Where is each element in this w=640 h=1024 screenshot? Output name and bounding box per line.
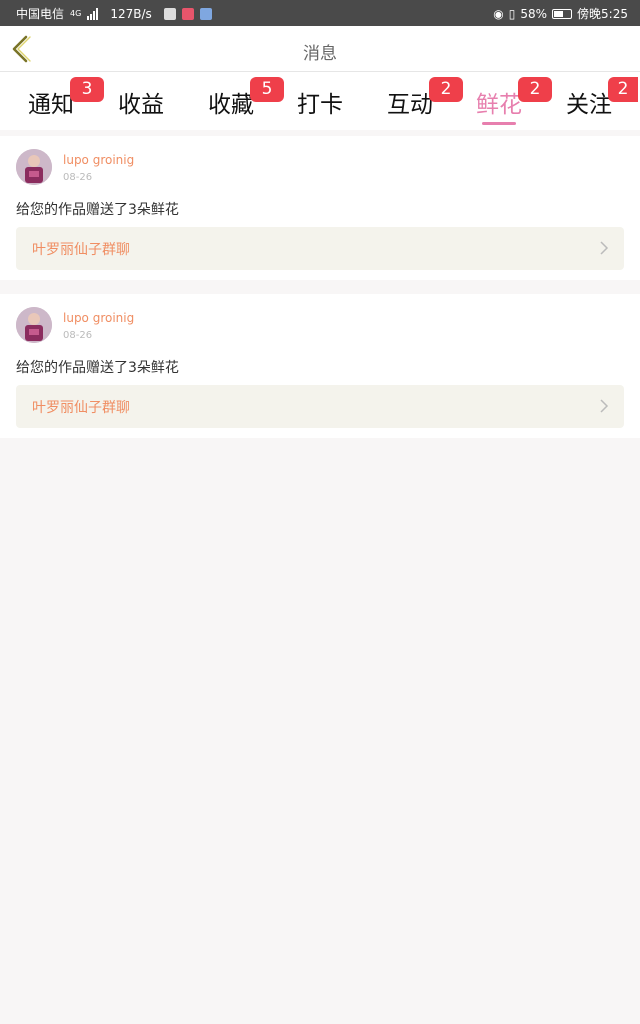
- tab-bar: 通知 3 收益 收藏 5 打卡 互动 2 鲜花 2 关注 2: [0, 72, 640, 130]
- message-text: 给您的作品赠送了3朵鲜花: [16, 360, 179, 376]
- network-type: 4G: [70, 9, 82, 18]
- tab-label: 关注: [566, 92, 612, 118]
- message-date: 08-26: [63, 330, 93, 341]
- status-bar: 中国电信 4G 127B/s ◉ ▯ 58% 傍晚5:25: [0, 0, 640, 26]
- tab-flowers[interactable]: 鲜花 2: [459, 77, 552, 119]
- tab-follows[interactable]: 关注 2: [549, 77, 638, 119]
- message-card: lupo groinig 08-26 给您的作品赠送了3朵鲜花 叶罗丽仙子群聊: [0, 136, 640, 280]
- unread-badge: 2: [518, 77, 552, 102]
- user-name[interactable]: lupo groinig: [63, 311, 134, 325]
- user-name[interactable]: lupo groinig: [63, 153, 134, 167]
- page-title: 消息: [303, 44, 337, 64]
- unread-badge: 2: [429, 77, 463, 102]
- group-chat-link[interactable]: 叶罗丽仙子群聊: [16, 385, 624, 428]
- clock: 傍晚5:25: [577, 7, 628, 21]
- unread-badge: 2: [608, 77, 638, 102]
- sms-icon: [163, 7, 176, 20]
- tab-label: 收藏: [208, 92, 254, 118]
- avatar[interactable]: [16, 307, 52, 343]
- message-card: lupo groinig 08-26 给您的作品赠送了3朵鲜花 叶罗丽仙子群聊: [0, 294, 640, 438]
- vibrate-icon: ▯: [508, 6, 516, 21]
- tab-label: 通知: [28, 92, 74, 118]
- header: 消息: [0, 26, 640, 72]
- unread-badge: 5: [250, 77, 284, 102]
- avatar-image: [16, 149, 52, 185]
- tab-label: 收益: [118, 92, 164, 118]
- carrier-label: 中国电信: [16, 7, 65, 21]
- network-speed: 127B/s: [110, 6, 152, 21]
- tab-interactions[interactable]: 互动 2: [370, 77, 463, 119]
- signal-icon: [87, 7, 99, 20]
- avatar[interactable]: [16, 149, 52, 185]
- battery-icon: [552, 8, 573, 19]
- app-notification-icon: [199, 7, 212, 20]
- eye-icon: ◉: [493, 6, 504, 21]
- message-text: 给您的作品赠送了3朵鲜花: [16, 202, 179, 218]
- tab-label: 互动: [387, 92, 433, 118]
- tab-label: 打卡: [297, 92, 343, 118]
- battery-percent: 58%: [520, 6, 548, 21]
- message-date: 08-26: [63, 172, 93, 183]
- tab-earnings[interactable]: 收益: [101, 85, 181, 119]
- group-chat-link[interactable]: 叶罗丽仙子群聊: [16, 227, 624, 270]
- avatar-image: [16, 307, 52, 343]
- unread-badge: 3: [70, 77, 104, 102]
- calendar-icon: [181, 7, 194, 20]
- tab-label: 鲜花: [476, 92, 522, 118]
- tab-checkin[interactable]: 打卡: [280, 85, 360, 119]
- tab-notifications[interactable]: 通知 3: [11, 77, 104, 119]
- chevron-right-icon: [600, 241, 609, 255]
- active-tab-indicator: [482, 122, 516, 125]
- group-chat-name: 叶罗丽仙子群聊: [32, 242, 130, 258]
- chevron-right-icon: [600, 399, 609, 413]
- tab-favorites[interactable]: 收藏 5: [191, 77, 284, 119]
- group-chat-name: 叶罗丽仙子群聊: [32, 400, 130, 416]
